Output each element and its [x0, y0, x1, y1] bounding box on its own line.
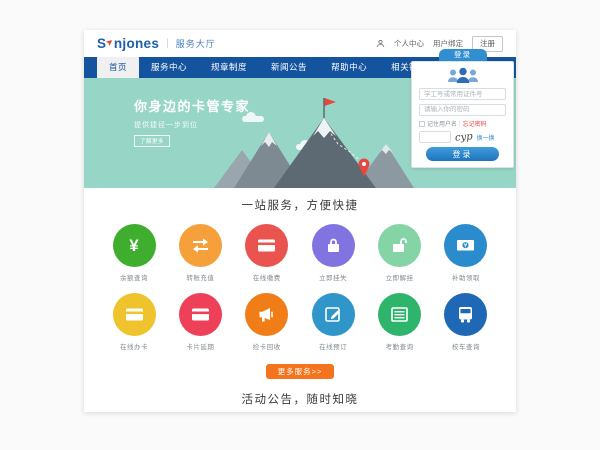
service-item-card-extension[interactable]: 卡片延期 — [178, 293, 222, 351]
hero-title: 你身边的卡管专家 — [134, 96, 250, 115]
login-panel: 登录 记住用户名 | 忘记密码 cyp 换一换 — [411, 49, 514, 168]
service-item-apply-card[interactable]: 在线办卡 — [112, 293, 156, 351]
screenshot-canvas: S ➤ njones | 服务大厅 个人中心 用户绑定 注册 首页 服务中心 规… — [0, 0, 600, 450]
hero-copy: 你身边的卡管专家 提供捷径一步到位 了解更多 — [134, 96, 250, 148]
megaphone-icon — [256, 304, 277, 325]
logo-text: njones — [114, 36, 159, 51]
transfer-icon — [190, 235, 211, 256]
service-item-online-payment[interactable]: 在线缴费 — [245, 224, 289, 282]
service-item-cancel-loss[interactable]: 立即解挂 — [378, 224, 422, 282]
remember-checkbox[interactable] — [419, 121, 425, 127]
service-item-transfer[interactable]: 转账充值 — [178, 224, 222, 282]
captcha-row: cyp 换一换 — [419, 131, 506, 143]
card-icon — [124, 304, 145, 325]
remember-label: 记住用户名 — [427, 119, 457, 128]
service-item-attendance[interactable]: 考勤查询 — [378, 293, 422, 351]
remember-row: 记住用户名 | 忘记密码 — [419, 119, 506, 128]
banknote-icon: ¥ — [455, 235, 476, 256]
service-item-online-booking[interactable]: 在线预订 — [311, 293, 355, 351]
username-input[interactable] — [419, 88, 506, 100]
bus-icon — [455, 304, 476, 325]
remember-divider: | — [459, 121, 461, 127]
services-section: 一站服务，方便快捷 ¥ 余额查询 转账充值 — [84, 188, 516, 379]
yen-icon: ¥ — [129, 236, 138, 256]
portal-name: 服务大厅 — [176, 37, 216, 50]
users-group-icon — [445, 66, 481, 85]
login-button[interactable]: 登录 — [426, 147, 499, 161]
nav-item-help-center[interactable]: 帮助中心 — [319, 57, 379, 78]
nav-item-home[interactable]: 首页 — [97, 57, 139, 78]
services-row-2: 在线办卡 卡片延期 捡卡回收 — [84, 293, 516, 351]
announcements-section: 活动公告，随时知晓 使用指南 最新公告 更多>> 使用指南 更多>> — [84, 379, 516, 412]
nav-item-rules[interactable]: 规章制度 — [199, 57, 259, 78]
password-input[interactable] — [419, 104, 506, 116]
card-icon — [190, 304, 211, 325]
site-page: S ➤ njones | 服务大厅 个人中心 用户绑定 注册 首页 服务中心 规… — [84, 30, 516, 412]
lock-icon — [323, 235, 344, 256]
hero-cta-button[interactable]: 了解更多 — [134, 135, 170, 147]
list-icon — [389, 304, 410, 325]
service-item-report-loss[interactable]: 立即挂失 — [311, 224, 355, 282]
captcha-refresh-link[interactable]: 换一换 — [477, 133, 495, 142]
personal-center-link[interactable]: 个人中心 — [394, 38, 424, 49]
nav-item-service-center[interactable]: 服务中心 — [139, 57, 199, 78]
logo-divider: | — [166, 38, 169, 49]
services-row-1: ¥ 余额查询 转账充值 在线缴费 — [84, 224, 516, 282]
forgot-password-link[interactable]: 忘记密码 — [463, 119, 487, 128]
card-icon — [256, 235, 277, 256]
nav-item-news[interactable]: 新闻公告 — [259, 57, 319, 78]
hero-subtitle: 提供捷径一步到位 — [134, 120, 250, 130]
hero-banner: 你身边的卡管专家 提供捷径一步到位 了解更多 登录 — [84, 78, 516, 188]
service-item-subsidy[interactable]: ¥ 补助领取 — [444, 224, 488, 282]
more-services-button[interactable]: 更多服务>> — [266, 364, 334, 379]
service-item-school-bus[interactable]: 校车查询 — [444, 293, 488, 351]
svg-text:¥: ¥ — [464, 242, 468, 249]
logo[interactable]: S ➤ njones — [97, 36, 159, 51]
captcha-image[interactable]: cyp — [455, 131, 474, 143]
service-item-card-recovery[interactable]: 捡卡回收 — [245, 293, 289, 351]
captcha-input[interactable] — [419, 131, 451, 143]
login-tab[interactable]: 登录 — [439, 49, 487, 61]
user-binding-link[interactable]: 用户绑定 — [433, 38, 463, 49]
login-form: 记住用户名 | 忘记密码 cyp 换一换 登录 — [411, 61, 514, 168]
user-icon — [376, 39, 385, 48]
edit-icon — [323, 304, 344, 325]
services-title: 一站服务，方便快捷 — [84, 197, 516, 213]
service-item-balance[interactable]: ¥ 余额查询 — [112, 224, 156, 282]
announcements-title: 活动公告，随时知晓 — [84, 391, 516, 407]
unlock-icon — [389, 235, 410, 256]
